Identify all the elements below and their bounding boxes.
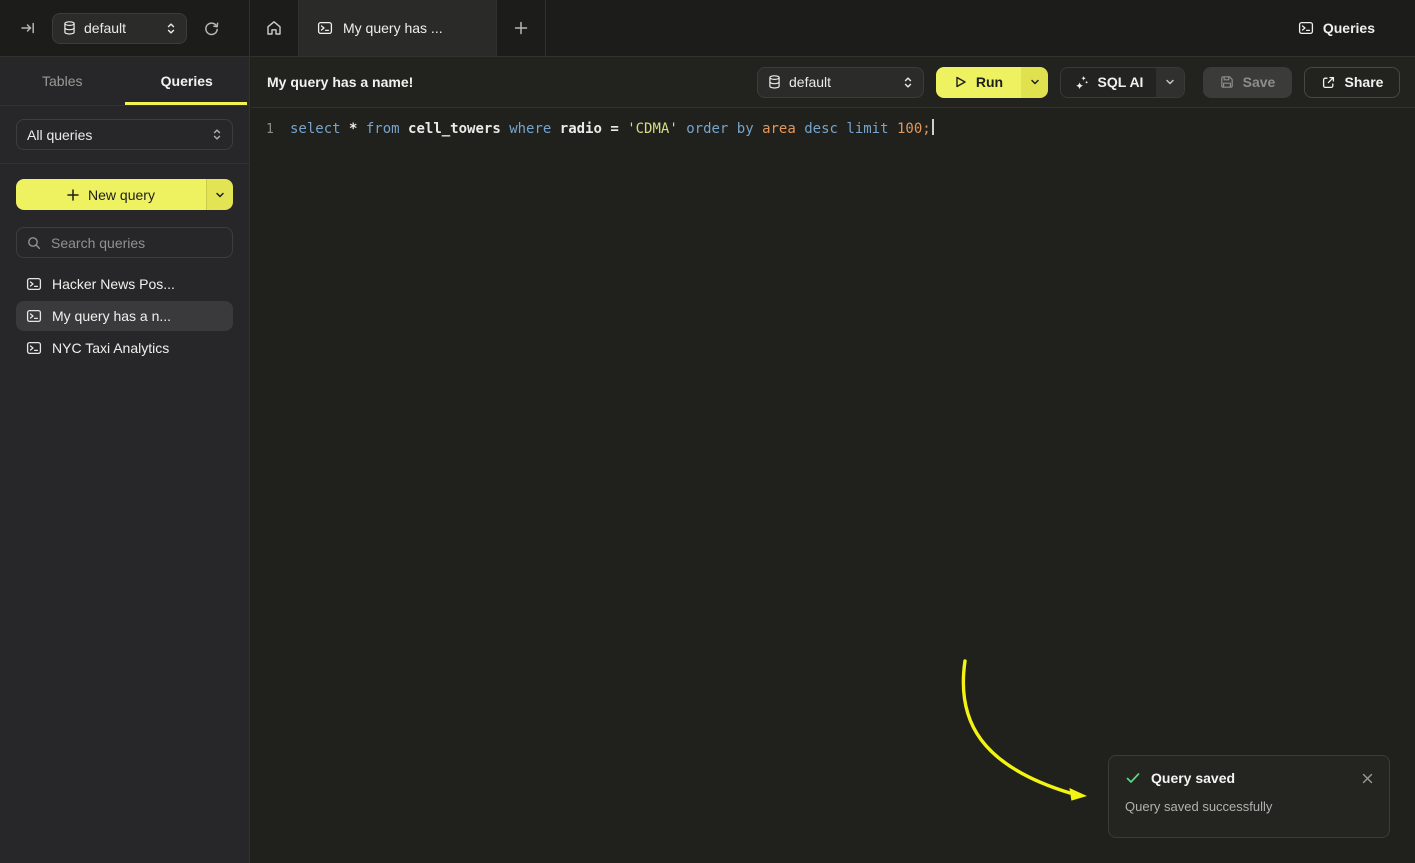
query-item-label: My query has a n... <box>52 308 171 324</box>
sql-ai-button: SQL AI <box>1060 67 1185 98</box>
sidebar-divider <box>0 163 249 164</box>
tab-tables[interactable]: Tables <box>0 57 125 105</box>
share-icon <box>1321 75 1336 90</box>
collapse-sidebar-icon[interactable] <box>18 18 38 38</box>
chevron-down-icon <box>215 190 225 200</box>
toast-title: Query saved <box>1151 770 1235 786</box>
share-button[interactable]: Share <box>1304 67 1400 98</box>
toolbar: default Run <box>757 67 1400 98</box>
toolbar-database-value: default <box>789 74 895 90</box>
home-icon[interactable] <box>250 0 298 56</box>
line-number: 1 <box>266 119 290 140</box>
chevron-down-icon <box>1030 77 1040 87</box>
save-button[interactable]: Save <box>1203 67 1292 98</box>
database-icon <box>63 21 76 35</box>
sql-token: area <box>762 121 804 137</box>
toast-message: Query saved successfully <box>1125 799 1373 814</box>
check-icon <box>1125 770 1141 786</box>
topbar-database-value: default <box>84 20 158 36</box>
tabbar: My query has ... <box>250 0 546 56</box>
select-updown-icon <box>903 76 913 89</box>
code-line-1: 1 select * from cell_towers where radio … <box>251 109 1415 140</box>
tab-my-query[interactable]: My query has ... <box>298 0 497 56</box>
new-query-main-button[interactable]: New query <box>16 179 206 210</box>
query-item-label: Hacker News Pos... <box>52 276 175 292</box>
run-main-button[interactable]: Run <box>936 67 1021 98</box>
query-filter-select[interactable]: All queries <box>16 119 233 150</box>
sql-console-app: default <box>0 0 1415 863</box>
new-query-dropdown-button[interactable] <box>206 179 233 210</box>
sidebar-tabs: Tables Queries <box>0 57 249 106</box>
query-list: Hacker News Pos... My query has a n... <box>16 269 233 363</box>
sql-token: select <box>290 121 349 137</box>
queries-indicator-label: Queries <box>1323 20 1375 36</box>
queries-indicator[interactable]: Queries <box>1298 0 1415 56</box>
sql-ai-main-button[interactable]: SQL AI <box>1061 68 1156 97</box>
plus-icon <box>67 189 79 201</box>
query-header: My query has a name! default <box>251 57 1415 108</box>
query-list-item-nyc-taxi[interactable]: NYC Taxi Analytics <box>16 333 233 363</box>
new-query-button: New query <box>16 179 233 210</box>
sql-token: 100 <box>897 121 922 137</box>
floppy-icon <box>1220 75 1234 89</box>
query-terminal-icon <box>26 340 42 356</box>
search-queries-input[interactable] <box>49 234 222 252</box>
sql-token: desc <box>804 121 846 137</box>
query-terminal-icon <box>26 276 42 292</box>
sql-token: = <box>610 121 627 137</box>
share-label: Share <box>1345 74 1384 90</box>
sql-token: ; <box>922 121 930 137</box>
query-item-label: NYC Taxi Analytics <box>52 340 169 356</box>
toast-header: Query saved <box>1125 770 1373 786</box>
sql-token: radio <box>560 121 611 137</box>
query-list-item-hacker-news[interactable]: Hacker News Pos... <box>16 269 233 299</box>
select-updown-icon <box>212 128 222 141</box>
new-tab-plus-icon[interactable] <box>497 0 546 56</box>
page-title: My query has a name! <box>267 74 413 90</box>
sql-editor[interactable]: 1 select * from cell_towers where radio … <box>251 109 1415 863</box>
play-icon <box>954 75 967 89</box>
sql-token: cell_towers <box>408 121 509 137</box>
save-label: Save <box>1243 74 1276 90</box>
query-list-item-my-query[interactable]: My query has a n... <box>16 301 233 331</box>
sql-token: 'CDMA' <box>627 121 686 137</box>
sql-code: select * from cell_towers where radio = … <box>290 119 934 140</box>
text-cursor <box>932 119 934 135</box>
search-icon <box>27 236 41 250</box>
select-updown-icon <box>166 22 176 35</box>
query-terminal-icon <box>26 308 42 324</box>
sidebar: Tables Queries All queries <box>0 57 250 863</box>
chevron-down-icon <box>1165 77 1175 87</box>
query-terminal-icon <box>1298 20 1314 36</box>
sql-token: where <box>509 121 560 137</box>
sql-token: from <box>366 121 408 137</box>
topbar-database-selector[interactable]: default <box>52 13 187 44</box>
tab-tables-label: Tables <box>42 73 82 89</box>
tab-queries-label: Queries <box>161 73 213 89</box>
refresh-icon[interactable] <box>201 18 222 39</box>
search-queries-box <box>16 227 233 258</box>
query-terminal-icon <box>317 20 333 36</box>
new-query-label: New query <box>88 187 155 203</box>
sparkles-icon <box>1074 75 1089 90</box>
database-icon <box>768 75 781 89</box>
query-filter-value: All queries <box>27 127 204 143</box>
sql-token: order by <box>686 121 762 137</box>
close-icon[interactable] <box>1362 773 1373 784</box>
sql-token: * <box>349 121 366 137</box>
tab-label: My query has ... <box>343 20 443 36</box>
toast-query-saved: Query saved Query saved successfully <box>1108 755 1390 838</box>
run-label: Run <box>976 74 1003 90</box>
sql-token: limit <box>846 121 897 137</box>
topbar: default <box>0 0 1415 57</box>
tab-queries[interactable]: Queries <box>125 57 250 105</box>
run-dropdown-button[interactable] <box>1021 67 1048 98</box>
sql-ai-dropdown-button[interactable] <box>1156 68 1184 97</box>
topbar-left-section: default <box>0 0 250 56</box>
run-button: Run <box>936 67 1048 98</box>
toolbar-database-selector[interactable]: default <box>757 67 924 98</box>
sql-ai-label: SQL AI <box>1098 74 1144 90</box>
